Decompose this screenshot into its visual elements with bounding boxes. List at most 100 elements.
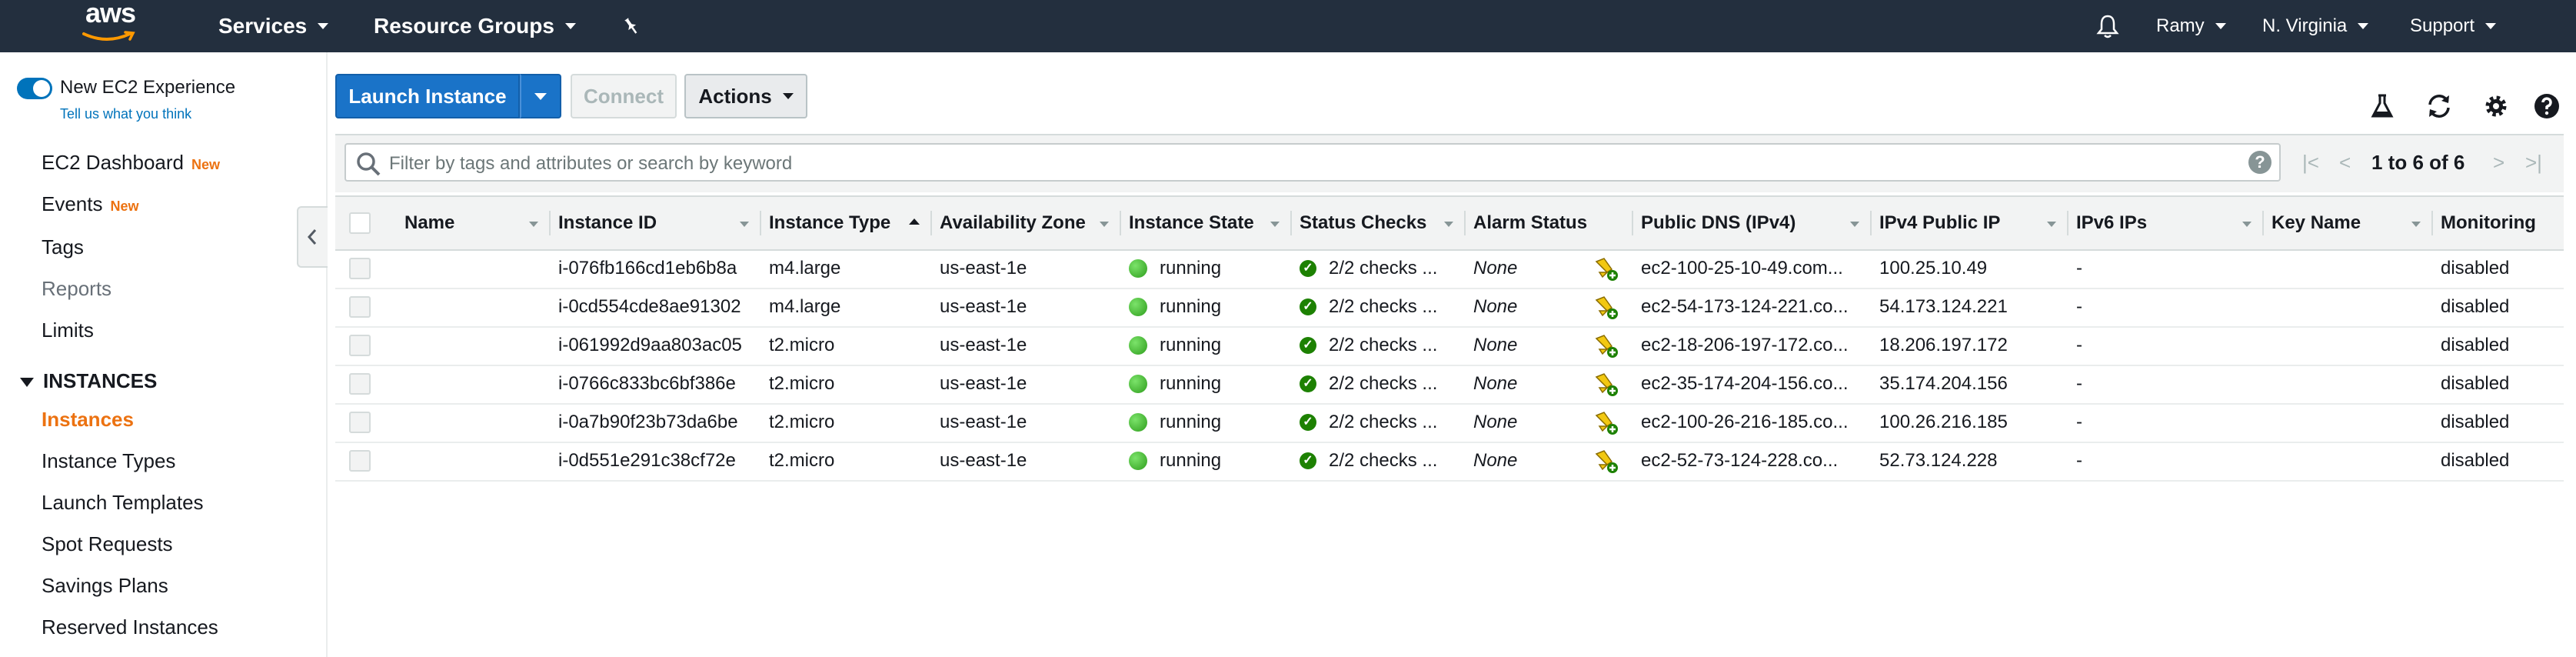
flask-icon[interactable] xyxy=(2367,91,2398,122)
create-alarm-icon[interactable] xyxy=(1592,294,1619,320)
cell-instance-id[interactable]: i-076fb166cd1eb6b8a xyxy=(551,249,761,288)
actions-button[interactable]: Actions xyxy=(684,74,807,118)
select-all-checkbox[interactable] xyxy=(349,212,371,234)
services-menu[interactable]: Services xyxy=(218,0,329,52)
cell-status-checks[interactable]: ✓ 2/2 checks ... xyxy=(1292,288,1466,326)
bell-icon-svg xyxy=(2096,15,2119,38)
cell-instance-id[interactable]: i-0766c833bc6bf386e xyxy=(551,365,761,403)
first-page-icon[interactable]: |< xyxy=(2302,151,2319,175)
collapse-sidebar-button[interactable] xyxy=(297,206,328,268)
column-label: Public DNS (IPv4) xyxy=(1641,212,1796,233)
column-label: Key Name xyxy=(2271,212,2361,233)
region-menu[interactable]: N. Virginia xyxy=(2262,0,2369,52)
create-alarm-icon[interactable] xyxy=(1592,448,1619,474)
create-alarm-icon[interactable] xyxy=(1592,409,1619,435)
sidebar-item-reports[interactable]: Reports xyxy=(42,277,111,301)
table-row[interactable]: i-0d551e291c38cf72e t2.micro us-east-1e … xyxy=(335,442,2564,482)
user-menu[interactable]: Ramy xyxy=(2156,0,2226,52)
new-badge: New xyxy=(110,198,139,214)
instances-section-header[interactable]: INSTANCES xyxy=(20,369,157,393)
help-icon[interactable] xyxy=(2531,91,2562,122)
cell-name xyxy=(397,288,551,326)
search-help-icon[interactable]: ? xyxy=(2248,151,2271,174)
cell-ipv6-ips: - xyxy=(2076,258,2082,278)
sidebar-item-instance-types[interactable]: Instance Types xyxy=(42,449,175,473)
bell-icon[interactable] xyxy=(2096,0,2119,52)
row-checkbox[interactable] xyxy=(349,296,371,318)
connect-button[interactable]: Connect xyxy=(571,74,677,118)
launch-instance-button[interactable]: Launch Instance xyxy=(335,74,520,118)
row-checkbox[interactable] xyxy=(349,450,371,472)
chevron-down-icon xyxy=(318,23,329,29)
row-checkbox[interactable] xyxy=(349,373,371,395)
column-label: Status Checks xyxy=(1300,212,1427,233)
checks-text: 2/2 checks ... xyxy=(1329,412,1438,432)
sort-icon xyxy=(1850,222,1859,227)
sidebar-item-limits[interactable]: Limits xyxy=(42,318,94,342)
checks-text: 2/2 checks ... xyxy=(1329,450,1438,471)
cell-status-checks[interactable]: ✓ 2/2 checks ... xyxy=(1292,365,1466,403)
column-header-monitoring[interactable]: Monitoring xyxy=(2433,197,2564,249)
sidebar-item-tags[interactable]: Tags xyxy=(42,235,84,259)
table-row[interactable]: i-061992d9aa803ac05 t2.micro us-east-1e … xyxy=(335,326,2564,366)
sidebar-item-launch-templates[interactable]: Launch Templates xyxy=(42,491,204,515)
cell-instance-id[interactable]: i-061992d9aa803ac05 xyxy=(551,326,761,365)
sidebar-item-reserved-instances[interactable]: Reserved Instances xyxy=(42,615,218,639)
column-header-alarm-status[interactable]: Alarm Status xyxy=(1466,197,1633,249)
row-checkbox[interactable] xyxy=(349,412,371,433)
feedback-link[interactable]: Tell us what you think xyxy=(60,106,191,122)
sidebar-item-spot-requests[interactable]: Spot Requests xyxy=(42,532,173,556)
sidebar-item-instances[interactable]: Instances xyxy=(42,408,134,432)
cell-instance-id[interactable]: i-0d551e291c38cf72e xyxy=(551,442,761,480)
cell-instance-id[interactable]: i-0a7b90f23b73da6be xyxy=(551,403,761,442)
column-header-name[interactable]: Name xyxy=(397,197,551,249)
row-checkbox[interactable] xyxy=(349,335,371,356)
next-page-icon[interactable]: > xyxy=(2493,151,2504,175)
cell-status-checks[interactable]: ✓ 2/2 checks ... xyxy=(1292,326,1466,365)
column-header-instance-type[interactable]: Instance Type xyxy=(761,197,932,249)
new-ec2-experience-toggle[interactable] xyxy=(17,78,52,99)
table-row[interactable]: i-0cd554cde8ae91302 m4.large us-east-1e … xyxy=(335,288,2564,328)
cell-instance-id[interactable]: i-0cd554cde8ae91302 xyxy=(551,288,761,326)
state-text: running xyxy=(1160,296,1222,317)
last-page-icon[interactable]: >| xyxy=(2525,151,2542,175)
column-header-availability-zone[interactable]: Availability Zone xyxy=(932,197,1121,249)
row-select-cell xyxy=(335,403,397,442)
cell-status-checks[interactable]: ✓ 2/2 checks ... xyxy=(1292,403,1466,442)
create-alarm-icon[interactable] xyxy=(1592,255,1619,282)
table-row[interactable]: i-076fb166cd1eb6b8a m4.large us-east-1e … xyxy=(335,249,2564,289)
create-alarm-icon[interactable] xyxy=(1592,332,1619,359)
sidebar: New EC2 Experience Tell us what you thin… xyxy=(0,52,328,657)
cell-key-name xyxy=(2264,442,2433,480)
column-header-key-name[interactable]: Key Name xyxy=(2264,197,2433,249)
check-circle-icon: ✓ xyxy=(1300,414,1316,431)
column-header-instance-id[interactable]: Instance ID xyxy=(551,197,761,249)
aws-logo[interactable]: aws xyxy=(81,0,142,46)
check-circle-icon: ✓ xyxy=(1300,375,1316,392)
column-header-public-dns[interactable]: Public DNS (IPv4) xyxy=(1633,197,1872,249)
column-header-status-checks[interactable]: Status Checks xyxy=(1292,197,1466,249)
previous-page-icon[interactable]: < xyxy=(2339,151,2351,175)
row-checkbox[interactable] xyxy=(349,258,371,279)
aws-smile-icon xyxy=(82,31,135,41)
pin-icon[interactable] xyxy=(621,0,641,52)
cell-status-checks[interactable]: ✓ 2/2 checks ... xyxy=(1292,249,1466,288)
table-row[interactable]: i-0a7b90f23b73da6be t2.micro us-east-1e … xyxy=(335,403,2564,443)
search-input[interactable]: Filter by tags and attributes or search … xyxy=(344,143,2281,182)
sidebar-item-savings-plans[interactable]: Savings Plans xyxy=(42,574,168,598)
column-header-ipv4-public-ip[interactable]: IPv4 Public IP xyxy=(1872,197,2068,249)
create-alarm-icon[interactable] xyxy=(1592,371,1619,397)
gear-icon[interactable] xyxy=(2481,91,2511,122)
resource-groups-menu[interactable]: Resource Groups xyxy=(374,0,576,52)
services-label: Services xyxy=(218,14,308,38)
cell-name xyxy=(397,249,551,288)
sidebar-item-ec2-dashboard[interactable]: EC2 Dashboard New xyxy=(42,151,220,175)
support-menu[interactable]: Support xyxy=(2410,0,2497,52)
column-header-instance-state[interactable]: Instance State xyxy=(1121,197,1292,249)
cell-status-checks[interactable]: ✓ 2/2 checks ... xyxy=(1292,442,1466,480)
refresh-icon[interactable] xyxy=(2424,91,2455,122)
table-row[interactable]: i-0766c833bc6bf386e t2.micro us-east-1e … xyxy=(335,365,2564,405)
column-header-ipv6-ips[interactable]: IPv6 IPs xyxy=(2068,197,2264,249)
launch-instance-dropdown-button[interactable] xyxy=(520,74,561,118)
sidebar-item-events[interactable]: Events New xyxy=(42,192,139,216)
